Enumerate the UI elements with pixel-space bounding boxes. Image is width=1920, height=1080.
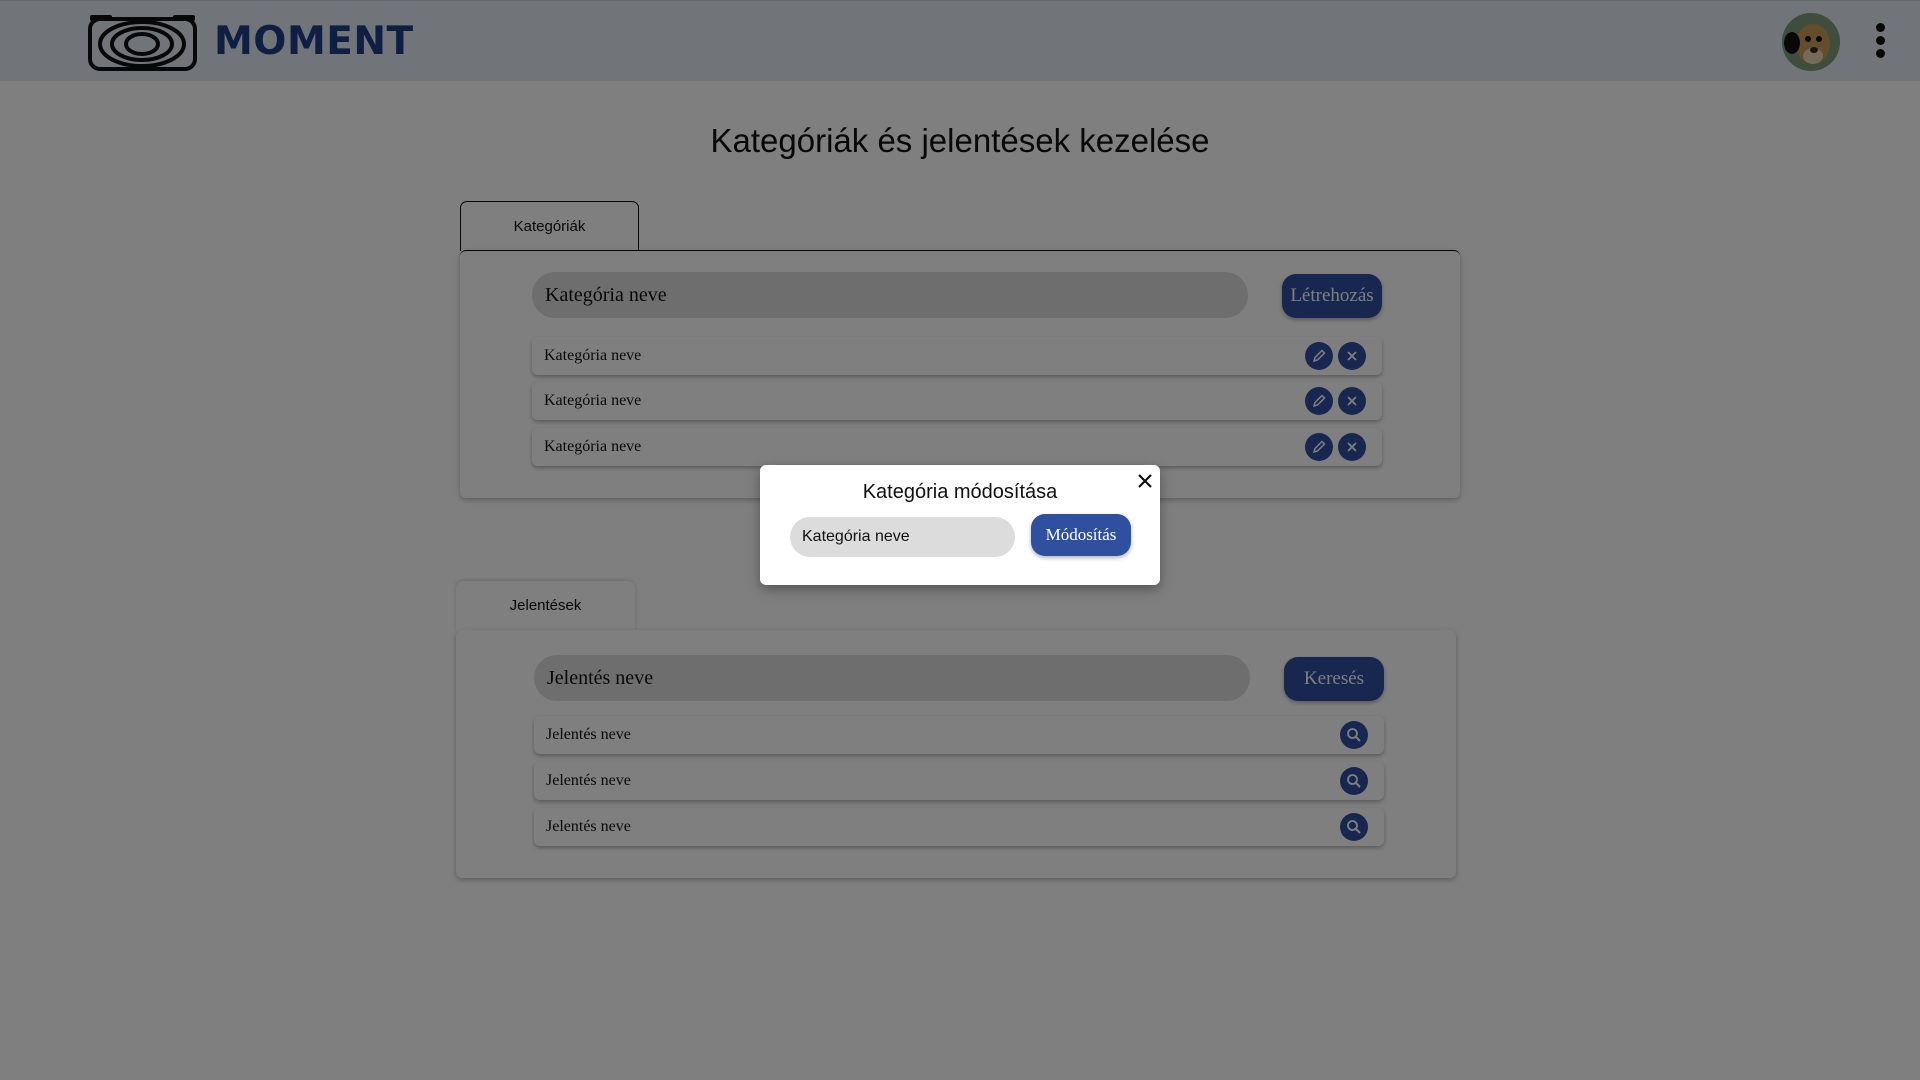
save-category-button[interactable]: Módosítás bbox=[1031, 514, 1131, 556]
edit-category-dialog: Kategória módosítása Módosítás bbox=[760, 465, 1160, 585]
dialog-title: Kategória módosítása bbox=[862, 481, 1058, 503]
page: MOMENT Kategóriák és jelentések kezelése… bbox=[0, 0, 1920, 1080]
close-icon[interactable] bbox=[1135, 471, 1155, 491]
category-name-field[interactable] bbox=[790, 517, 1015, 557]
